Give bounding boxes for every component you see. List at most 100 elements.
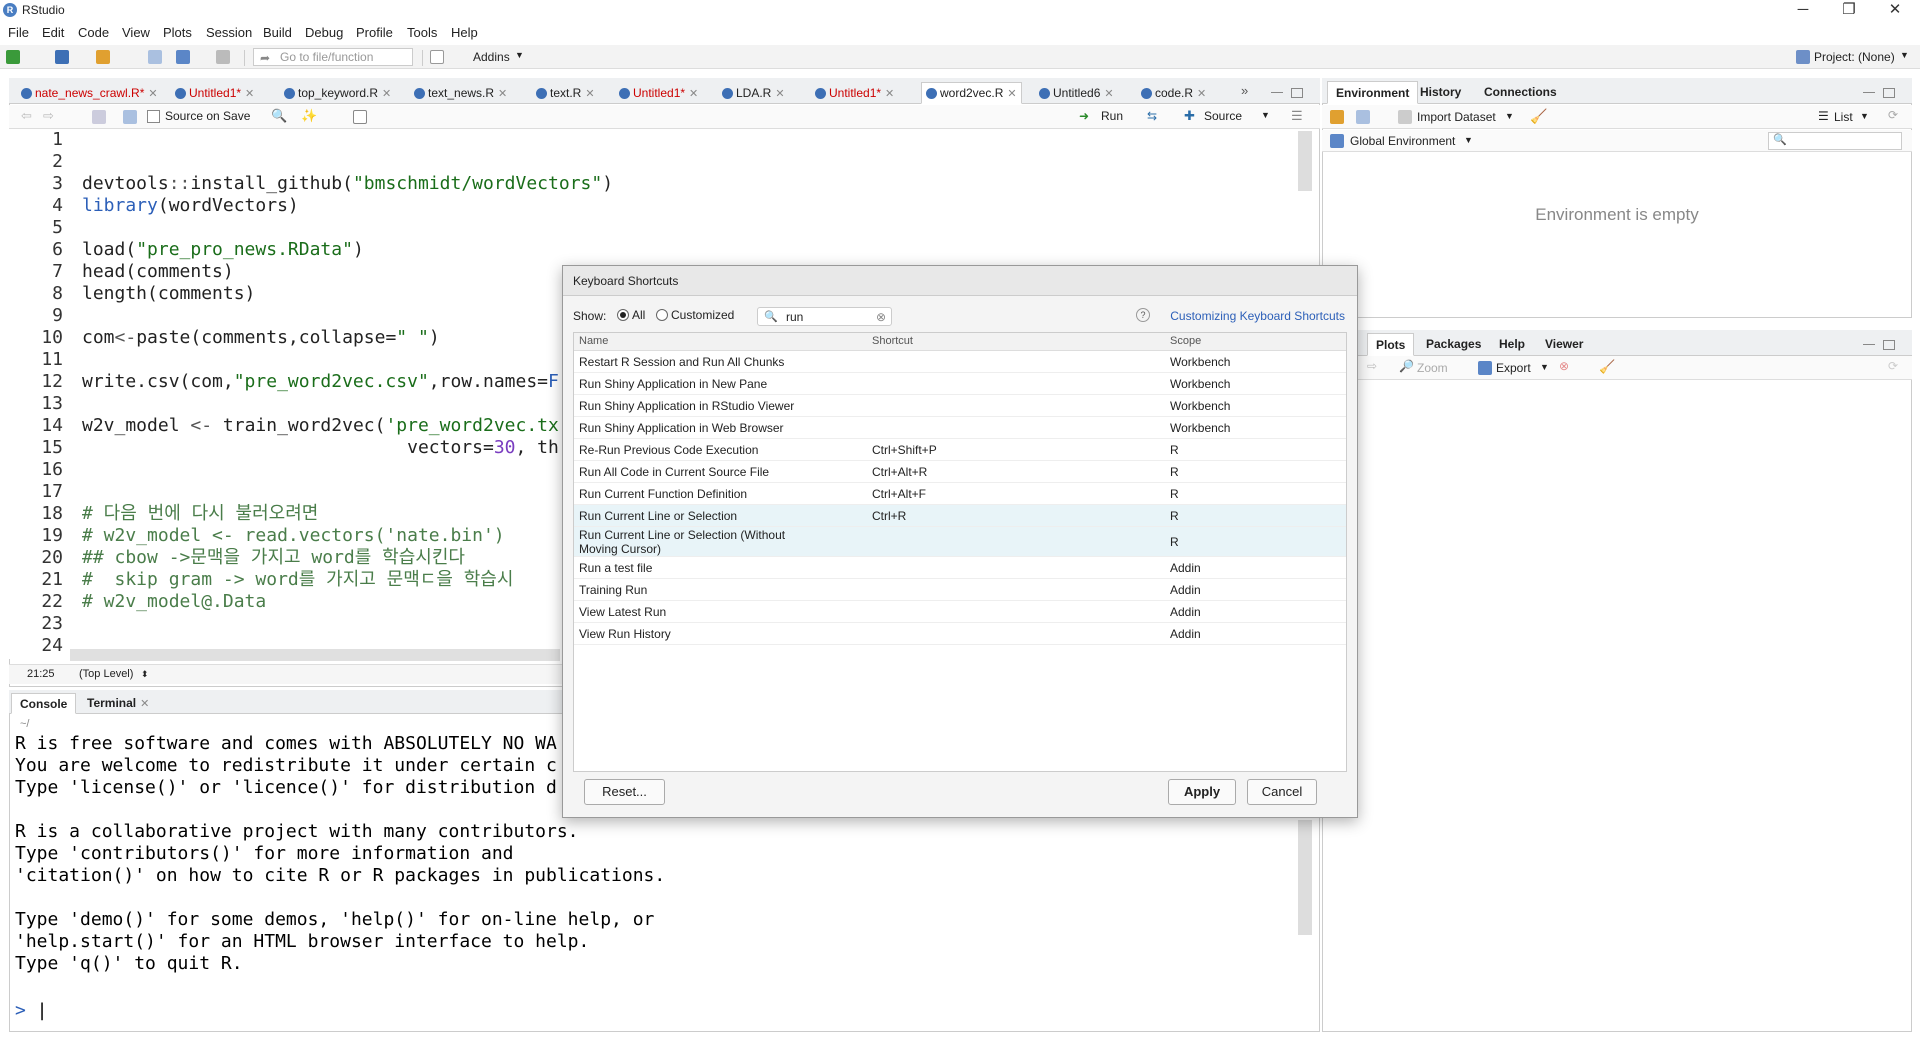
- customizing-shortcuts-link[interactable]: Customizing Keyboard Shortcuts: [1170, 309, 1345, 323]
- tab-top-keyword[interactable]: top_keyword.R ✕: [279, 82, 396, 104]
- shortcut-search-input[interactable]: 🔍 run ⊗: [757, 307, 892, 326]
- editor-scrollbar[interactable]: [1298, 131, 1312, 191]
- back-icon[interactable]: ⇦: [21, 108, 32, 124]
- menu-edit[interactable]: Edit: [42, 25, 64, 40]
- global-environment-select[interactable]: Global Environment: [1350, 134, 1455, 148]
- menu-debug[interactable]: Debug: [305, 25, 343, 40]
- close-tab-icon[interactable]: ✕: [382, 88, 391, 100]
- tab-text-news[interactable]: text_news.R ✕: [409, 82, 512, 104]
- close-tab-icon[interactable]: ✕: [140, 698, 149, 710]
- addins-menu[interactable]: Addins: [473, 50, 510, 64]
- forward-icon[interactable]: ⇨: [1367, 359, 1377, 373]
- maximize-pane-icon[interactable]: [1883, 340, 1895, 350]
- column-name[interactable]: Name: [579, 333, 608, 350]
- tab-viewer[interactable]: Viewer: [1537, 333, 1591, 356]
- minimize-pane-icon[interactable]: [1271, 92, 1283, 95]
- view-mode-select[interactable]: List: [1834, 110, 1853, 124]
- column-scope[interactable]: Scope: [1170, 333, 1201, 350]
- chevron-down-icon[interactable]: ▼: [1261, 110, 1270, 120]
- close-tab-icon[interactable]: ✕: [1007, 88, 1016, 100]
- tab-environment[interactable]: Environment: [1327, 81, 1419, 104]
- tab-connections[interactable]: Connections: [1476, 81, 1565, 104]
- tab-text[interactable]: text.R ✕: [531, 82, 600, 104]
- project-menu[interactable]: Project: (None): [1814, 50, 1895, 64]
- rerun-icon[interactable]: ⇆: [1147, 109, 1157, 123]
- import-dataset-button[interactable]: Import Dataset: [1417, 110, 1496, 124]
- tab-packages[interactable]: Packages: [1418, 333, 1489, 356]
- refresh-icon[interactable]: ⟳: [1888, 359, 1898, 373]
- reset-button[interactable]: Reset...: [584, 779, 665, 805]
- maximize-pane-icon[interactable]: [1883, 88, 1895, 98]
- close-tab-icon[interactable]: ✕: [498, 88, 507, 100]
- table-row[interactable]: Run Current Line or Selection Ctrl+R R: [574, 505, 1346, 527]
- tab-lda[interactable]: LDA.R ✕: [717, 82, 790, 104]
- close-tab-icon[interactable]: ✕: [1197, 88, 1206, 100]
- tab-console[interactable]: Console: [11, 693, 77, 714]
- close-tab-icon[interactable]: ✕: [885, 88, 894, 100]
- tab-untitled1-a[interactable]: Untitled1* ✕: [170, 82, 259, 104]
- menu-plots[interactable]: Plots: [163, 25, 192, 40]
- refresh-icon[interactable]: ⟳: [1888, 108, 1898, 122]
- menu-file[interactable]: File: [8, 25, 29, 40]
- broom-icon[interactable]: 🧹: [1599, 359, 1615, 375]
- menu-view[interactable]: View: [122, 25, 150, 40]
- menu-tools[interactable]: Tools: [407, 25, 437, 40]
- scope-selector[interactable]: (Top Level): [79, 665, 133, 684]
- maximize-icon[interactable]: ❐: [1826, 0, 1872, 21]
- save-icon[interactable]: [148, 50, 162, 64]
- table-row[interactable]: View Latest Run Addin: [574, 601, 1346, 623]
- column-shortcut[interactable]: Shortcut: [872, 333, 913, 350]
- tab-code[interactable]: code.R ✕: [1136, 82, 1211, 104]
- radio-customized[interactable]: Customized: [656, 308, 734, 322]
- close-icon[interactable]: ✕: [1872, 0, 1918, 21]
- broom-icon[interactable]: 🧹: [1530, 108, 1547, 125]
- close-tab-icon[interactable]: ✕: [689, 88, 698, 100]
- menu-profile[interactable]: Profile: [356, 25, 393, 40]
- menu-session[interactable]: Session: [206, 25, 252, 40]
- code-tools-icon[interactable]: ✨: [301, 108, 317, 124]
- goto-file-input[interactable]: ➦ Go to file/function: [253, 48, 413, 66]
- table-row[interactable]: Run Shiny Application in Web Browser Work…: [574, 417, 1346, 439]
- forward-icon[interactable]: ⇨: [43, 108, 54, 124]
- apply-button[interactable]: Apply: [1168, 779, 1236, 805]
- close-tab-icon[interactable]: ✕: [775, 88, 784, 100]
- editor-hscrollbar[interactable]: [70, 649, 560, 661]
- tab-untitled6[interactable]: Untitled6 ✕: [1034, 82, 1119, 104]
- workspace-panes-icon[interactable]: [430, 50, 444, 64]
- print-icon[interactable]: [216, 50, 230, 64]
- table-row[interactable]: Run Shiny Application in New Pane Workben…: [574, 373, 1346, 395]
- source-on-save-checkbox[interactable]: [147, 110, 160, 123]
- minimize-icon[interactable]: ─: [1780, 0, 1826, 21]
- tab-history[interactable]: History: [1412, 81, 1469, 104]
- search-icon[interactable]: 🔍: [271, 108, 287, 124]
- minimize-pane-icon[interactable]: [1863, 344, 1875, 347]
- close-tab-icon[interactable]: ✕: [585, 88, 594, 100]
- remove-plot-icon[interactable]: ⊗: [1559, 359, 1569, 373]
- tab-untitled1-c[interactable]: Untitled1* ✕: [810, 82, 899, 104]
- table-row[interactable]: Run All Code in Current Source File Ctrl+…: [574, 461, 1346, 483]
- menu-code[interactable]: Code: [78, 25, 109, 40]
- environment-search-input[interactable]: 🔍: [1768, 132, 1902, 150]
- table-row[interactable]: View Run History Addin: [574, 623, 1346, 645]
- save-icon[interactable]: [123, 110, 137, 124]
- tab-word2vec[interactable]: word2vec.R ✕: [921, 82, 1022, 104]
- compile-report-icon[interactable]: [353, 110, 367, 124]
- minimize-pane-icon[interactable]: [1863, 92, 1875, 95]
- open-file-icon[interactable]: [96, 50, 110, 64]
- close-tab-icon[interactable]: ✕: [245, 88, 254, 100]
- tab-terminal[interactable]: Terminal ✕: [79, 693, 157, 714]
- table-row[interactable]: Run Current Line or Selection (Without M…: [574, 527, 1346, 557]
- table-row[interactable]: Restart R Session and Run All Chunks Work…: [574, 351, 1346, 373]
- radio-all[interactable]: All: [617, 308, 645, 322]
- show-in-window-icon[interactable]: [92, 110, 106, 124]
- table-row[interactable]: Run Current Function Definition Ctrl+Alt+…: [574, 483, 1346, 505]
- save-all-icon[interactable]: [176, 50, 190, 64]
- maximize-pane-icon[interactable]: [1291, 88, 1303, 98]
- console-scrollbar[interactable]: [1298, 820, 1312, 935]
- run-button[interactable]: Run: [1101, 109, 1123, 123]
- menu-build[interactable]: Build: [263, 25, 292, 40]
- new-file-icon[interactable]: [6, 50, 20, 64]
- load-workspace-icon[interactable]: [1330, 110, 1344, 124]
- tab-nate-news-crawl[interactable]: nate_news_crawl.R* ✕: [16, 82, 163, 104]
- console-prompt[interactable]: > |: [15, 1000, 48, 1021]
